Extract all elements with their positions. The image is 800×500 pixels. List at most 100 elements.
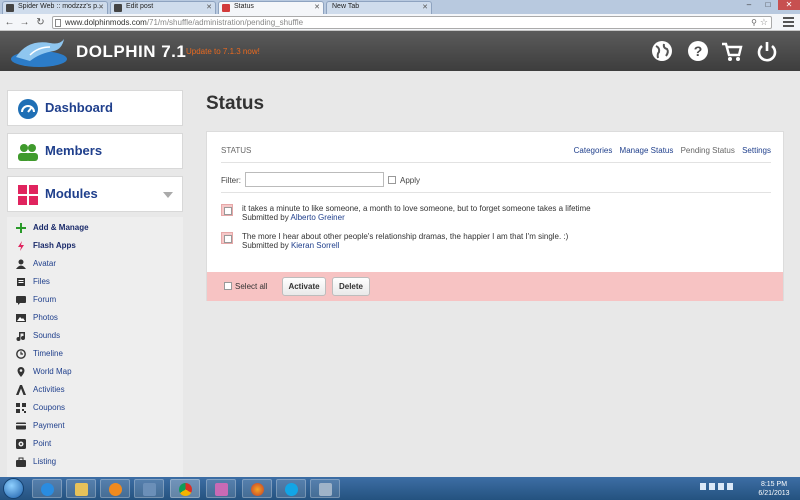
maximize-icon[interactable]: □	[759, 0, 777, 10]
start-button[interactable]	[3, 478, 24, 499]
address-bar[interactable]: www.dolphinmods.com/71/m/shuffle/adminis…	[52, 16, 772, 29]
browser-tab[interactable]: Spider Web :: modzzz's p... ✕	[2, 1, 108, 14]
user-link[interactable]: Kieran Sorrell	[291, 241, 339, 250]
ie-icon	[41, 483, 54, 496]
dolphin-logo-icon[interactable]	[10, 35, 68, 67]
update-link[interactable]: Update to 7.1.3 now!	[186, 47, 260, 56]
dashboard-icon	[18, 99, 38, 119]
bookmark-star-icon[interactable]: ☆	[760, 17, 768, 28]
card-icon	[16, 422, 26, 430]
module-item-files[interactable]: Files	[16, 275, 50, 289]
svg-text:?: ?	[694, 43, 703, 59]
favicon-icon	[222, 4, 230, 12]
delete-button[interactable]: Delete	[332, 277, 370, 296]
item-checkbox[interactable]	[221, 232, 233, 244]
power-icon[interactable]	[756, 40, 778, 62]
close-tab-icon[interactable]: ✕	[314, 3, 320, 11]
module-item-add-manage[interactable]: Add & Manage	[16, 221, 89, 235]
music-icon	[16, 332, 25, 341]
favicon-icon	[114, 4, 122, 12]
clock[interactable]: 8:15 PM 6/21/2013	[752, 480, 796, 498]
minimize-icon[interactable]: –	[740, 0, 758, 10]
divider	[221, 192, 771, 193]
select-all-checkbox[interactable]	[224, 282, 232, 290]
module-item-photos[interactable]: Photos	[16, 311, 58, 325]
sidebar-item-members[interactable]: Members	[7, 133, 183, 169]
browser-tab-strip: Spider Web :: modzzz's p... ✕ Edit post …	[0, 0, 800, 14]
qr-icon	[16, 403, 26, 413]
user-link[interactable]: Alberto Greiner	[290, 213, 344, 222]
globe-icon[interactable]	[651, 40, 673, 62]
reload-icon[interactable]: ↻	[34, 16, 47, 29]
search-icon[interactable]: ⚲	[751, 17, 757, 28]
forward-icon[interactable]: →	[18, 16, 31, 29]
divider	[221, 162, 771, 163]
close-tab-icon[interactable]: ✕	[422, 3, 428, 11]
module-item-coupons[interactable]: Coupons	[16, 401, 65, 415]
status-text: it takes a minute to like someone, a mon…	[242, 204, 591, 213]
menu-categories[interactable]: Categories	[574, 146, 613, 155]
page-title: Status	[206, 93, 265, 114]
filter-label: Filter:	[221, 176, 241, 185]
browser-tab[interactable]: Edit post ✕	[110, 1, 216, 14]
module-item-payment[interactable]: Payment	[16, 419, 65, 433]
help-icon[interactable]: ?	[687, 40, 709, 62]
taskbar-app[interactable]	[134, 479, 164, 498]
taskbar-explorer[interactable]	[66, 479, 96, 498]
close-tab-icon[interactable]: ✕	[98, 3, 104, 11]
taskbar-paint[interactable]	[206, 479, 236, 498]
tray-icon	[727, 483, 733, 490]
site-header: DOLPHIN 7.1 Update to 7.1.3 now! ?	[0, 31, 800, 71]
close-tab-icon[interactable]: ✕	[206, 3, 212, 11]
module-item-world-map[interactable]: World Map	[16, 365, 72, 379]
menu-settings[interactable]: Settings	[742, 146, 771, 155]
close-window-icon[interactable]: ✕	[778, 0, 800, 10]
clock-icon	[16, 349, 26, 359]
tray-icon	[700, 483, 706, 490]
browser-tab[interactable]: New Tab ✕	[326, 1, 432, 14]
taskbar-chrome[interactable]	[170, 479, 200, 498]
select-all-label: Select all	[235, 282, 268, 291]
browser-toolbar: ← → ↻ www.dolphinmods.com/71/m/shuffle/a…	[0, 14, 800, 31]
taskbar-app[interactable]	[310, 479, 340, 498]
photos-icon	[16, 314, 26, 322]
brand-title[interactable]: DOLPHIN 7.1	[76, 42, 186, 62]
apply-label: Apply	[400, 176, 421, 185]
menu-pending-status[interactable]: Pending Status	[681, 146, 735, 155]
back-icon[interactable]: ←	[3, 16, 16, 29]
taskbar-ie[interactable]	[32, 479, 62, 498]
favicon-icon	[6, 4, 14, 12]
menu-icon[interactable]	[783, 17, 794, 27]
module-item-listing[interactable]: Listing	[16, 455, 56, 469]
pin-icon	[17, 367, 25, 377]
taskbar: 8:15 PM 6/21/2013	[0, 477, 800, 500]
module-item-point[interactable]: Point	[16, 437, 51, 451]
chevron-down-icon[interactable]	[163, 192, 173, 198]
menu-manage-status[interactable]: Manage Status	[620, 146, 674, 155]
taskbar-media[interactable]	[100, 479, 130, 498]
browser-tab-active[interactable]: Status ✕	[218, 1, 324, 14]
chrome-icon	[179, 483, 192, 496]
activities-icon	[16, 385, 26, 395]
cart-icon[interactable]	[721, 40, 743, 62]
module-item-forum[interactable]: Forum	[16, 293, 56, 307]
activate-button[interactable]: Activate	[282, 277, 326, 296]
sidebar-item-dashboard[interactable]: Dashboard	[7, 90, 183, 126]
paint-icon	[215, 483, 228, 496]
page-icon	[55, 19, 61, 27]
apply-checkbox[interactable]	[388, 176, 396, 184]
module-item-timeline[interactable]: Timeline	[16, 347, 63, 361]
submitted-by: Submitted by Alberto Greiner	[242, 213, 345, 222]
taskbar-skype[interactable]	[276, 479, 306, 498]
filter-input[interactable]	[245, 172, 384, 187]
sidebar-item-modules[interactable]: Modules	[7, 176, 183, 212]
plus-icon	[16, 223, 26, 233]
module-item-flash-apps[interactable]: Flash Apps	[16, 239, 76, 253]
system-tray[interactable]	[700, 483, 750, 493]
person-icon	[16, 259, 26, 269]
module-item-activities[interactable]: Activities	[16, 383, 65, 397]
module-item-sounds[interactable]: Sounds	[16, 329, 60, 343]
module-item-avatar[interactable]: Avatar	[16, 257, 56, 271]
item-checkbox[interactable]	[221, 204, 233, 216]
taskbar-firefox[interactable]	[242, 479, 272, 498]
